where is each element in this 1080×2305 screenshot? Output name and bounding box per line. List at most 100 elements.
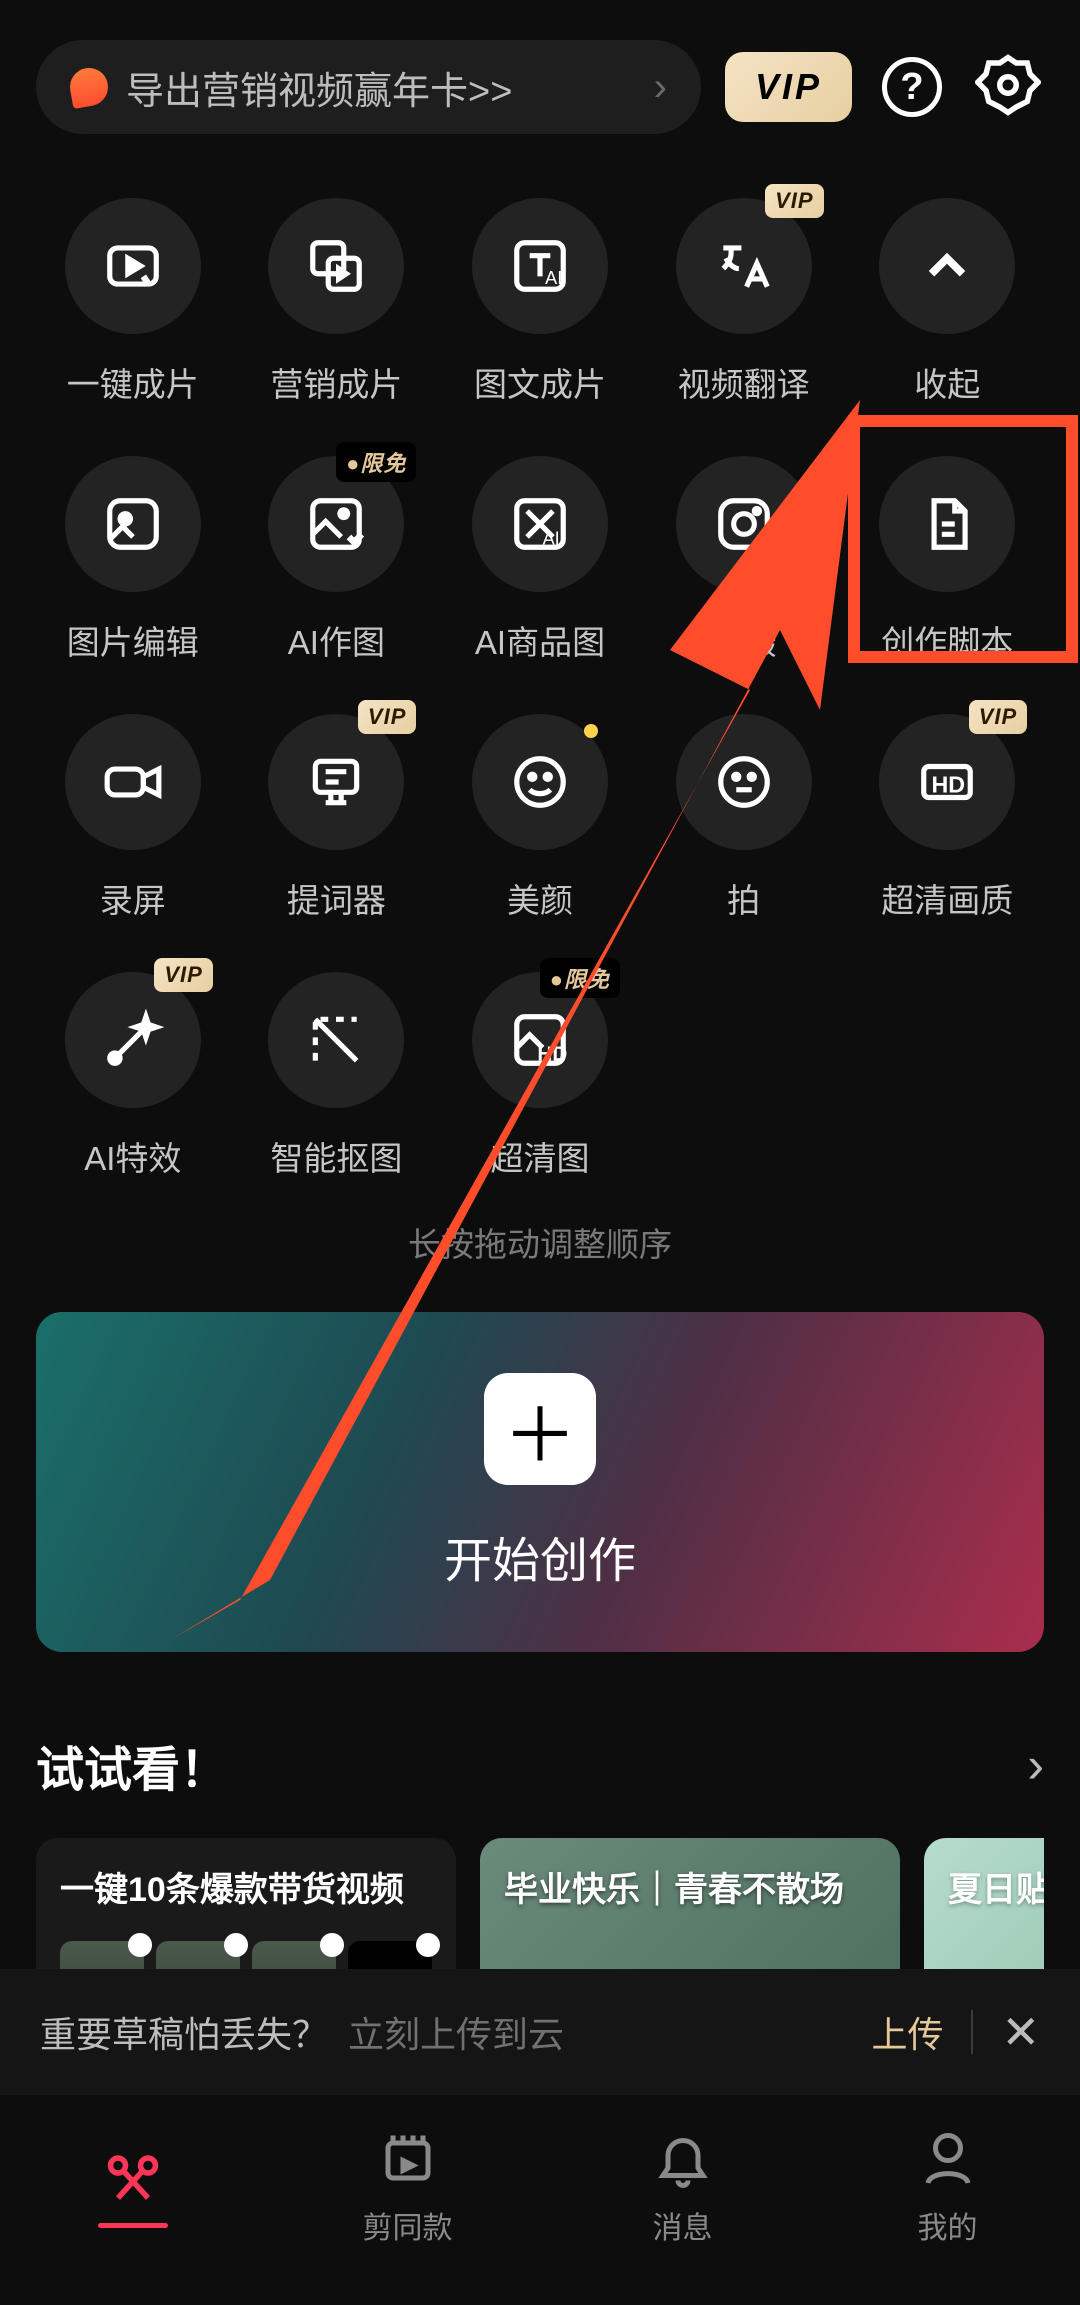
vip-badge[interactable]: VIP	[725, 52, 852, 122]
tool-picedit[interactable]: 图片编辑	[36, 456, 230, 664]
hd-icon: HDVIP	[879, 714, 1015, 850]
reorder-hint: 长按拖动调整顺序	[0, 1180, 1080, 1266]
tool-label: 智能抠图	[270, 1132, 402, 1180]
tool-aiimg[interactable]: ●限免 AI作图	[240, 456, 434, 664]
tool-label: 录屏	[100, 874, 166, 922]
nav-label: 消息	[653, 2203, 713, 2247]
chevron-right-icon[interactable]: ›	[1027, 1736, 1044, 1794]
tool-cutout[interactable]: 智能抠图	[240, 972, 434, 1180]
tool-onekey[interactable]: 一键成片	[36, 198, 230, 406]
promo-banner[interactable]: 导出营销视频赢年卡>> ›	[36, 40, 701, 134]
svg-text:AI: AI	[545, 268, 562, 288]
tool-label: 收起	[914, 358, 980, 406]
start-create-label: 开始创作	[444, 1521, 636, 1591]
try-card-title: 夏日贴纸	[948, 1862, 1044, 1911]
tool-textai[interactable]: AI 图文成片	[443, 198, 637, 406]
cloud-upload-bar: 重要草稿怕丢失？ 立刻上传到云 上传 ✕	[0, 1969, 1080, 2095]
svg-text:HD: HD	[537, 1043, 567, 1066]
picedit-icon	[65, 456, 201, 592]
try-card-title: 毕业快乐｜青春不散场	[504, 1862, 876, 1911]
tool-label: 美颜	[507, 874, 573, 922]
emoji-icon	[676, 714, 812, 850]
record-icon	[65, 714, 201, 850]
start-create-banner[interactable]: ＋ 开始创作	[36, 1312, 1044, 1652]
nav-profile[interactable]: 我的	[913, 2123, 983, 2247]
upload-button[interactable]: 上传	[871, 2006, 943, 2058]
tool-label: 提词器	[287, 874, 386, 922]
aiproduct-icon: AI	[472, 456, 608, 592]
cloud-question: 重要草稿怕丢失？	[40, 2006, 328, 2058]
promo-text: 导出营销视频赢年卡>>	[126, 60, 636, 115]
tool-emoji[interactable]: 拍	[647, 714, 841, 922]
tool-badge: VIP	[358, 700, 416, 734]
plus-icon: ＋	[484, 1373, 596, 1485]
tool-badge: VIP	[969, 700, 1027, 734]
scissors-icon	[98, 2143, 168, 2213]
tool-hd[interactable]: HDVIP 超清画质	[850, 714, 1044, 922]
prompter-icon: VIP	[268, 714, 404, 850]
tool-camera[interactable]: 拍摄	[647, 456, 841, 664]
tool-badge: ●限免	[540, 958, 620, 998]
tool-record[interactable]: 录屏	[36, 714, 230, 922]
chevron-right-icon: ›	[654, 65, 667, 110]
tool-badge: ●限免	[336, 442, 416, 482]
tool-script[interactable]: 创作脚本	[850, 456, 1044, 664]
camera-icon	[676, 456, 812, 592]
help-button[interactable]: ?	[876, 51, 948, 123]
translate-icon: VIP	[676, 198, 812, 334]
tool-fx[interactable]: VIP AI特效	[36, 972, 230, 1180]
tool-beauty[interactable]: 美颜	[443, 714, 637, 922]
nav-templates[interactable]: 剪同款	[363, 2123, 453, 2247]
textai-icon: AI	[472, 198, 608, 334]
tool-translate[interactable]: VIP 视频翻译	[647, 198, 841, 406]
aiimg-icon: ●限免	[268, 456, 404, 592]
fire-icon	[67, 65, 111, 109]
tool-label: 图文成片	[474, 358, 606, 406]
bottom-nav: 剪同款 消息 我的	[0, 2095, 1080, 2305]
tool-badge: VIP	[154, 958, 212, 992]
fx-icon: VIP	[65, 972, 201, 1108]
try-section-title: 试试看！	[36, 1730, 228, 1800]
help-icon: ?	[882, 57, 942, 117]
tool-label: AI商品图	[475, 616, 605, 664]
beauty-icon	[472, 714, 608, 850]
svg-text:HD: HD	[932, 771, 966, 797]
onekey-icon	[65, 198, 201, 334]
hdimg-icon: HD●限免	[472, 972, 608, 1108]
divider	[971, 2010, 973, 2054]
sparkle-icon	[584, 724, 598, 738]
tool-marketing[interactable]: 营销成片	[240, 198, 434, 406]
tool-label: AI特效	[84, 1132, 181, 1180]
tool-label: 营销成片	[270, 358, 402, 406]
nav-label: 剪同款	[363, 2203, 453, 2247]
tool-prompter[interactable]: VIP 提词器	[240, 714, 434, 922]
tool-collapse[interactable]: 收起	[850, 198, 1044, 406]
nav-label: 我的	[918, 2203, 978, 2247]
tool-hdimg[interactable]: HD●限免超清图	[443, 972, 637, 1180]
tool-label: 图片编辑	[67, 616, 199, 664]
tool-label: 一键成片	[67, 358, 199, 406]
tool-label: 拍	[727, 874, 760, 922]
tool-label: 拍摄	[711, 616, 777, 664]
tool-label: 超清图	[490, 1132, 589, 1180]
try-card-title: 一键10条爆款带货视频	[60, 1862, 432, 1911]
settings-button[interactable]	[972, 51, 1044, 123]
tool-label: 创作脚本	[881, 616, 1013, 664]
script-icon	[879, 456, 1015, 592]
cloud-answer: 立刻上传到云	[348, 2006, 564, 2058]
tool-label: 超清画质	[881, 874, 1013, 922]
nav-edit[interactable]	[98, 2143, 168, 2228]
gear-icon	[975, 52, 1041, 123]
close-button[interactable]: ✕	[1001, 2005, 1040, 2059]
tool-aiproduct[interactable]: AI AI商品图	[443, 456, 637, 664]
profile-icon	[913, 2123, 983, 2193]
tool-label: AI作图	[288, 616, 385, 664]
template-icon	[373, 2123, 443, 2193]
tool-badge: VIP	[765, 184, 823, 218]
nav-messages[interactable]: 消息	[648, 2123, 718, 2247]
tool-label: 视频翻译	[678, 358, 810, 406]
cutout-icon	[268, 972, 404, 1108]
svg-text:AI: AI	[543, 529, 560, 549]
collapse-icon	[879, 198, 1015, 334]
bell-icon	[648, 2123, 718, 2193]
